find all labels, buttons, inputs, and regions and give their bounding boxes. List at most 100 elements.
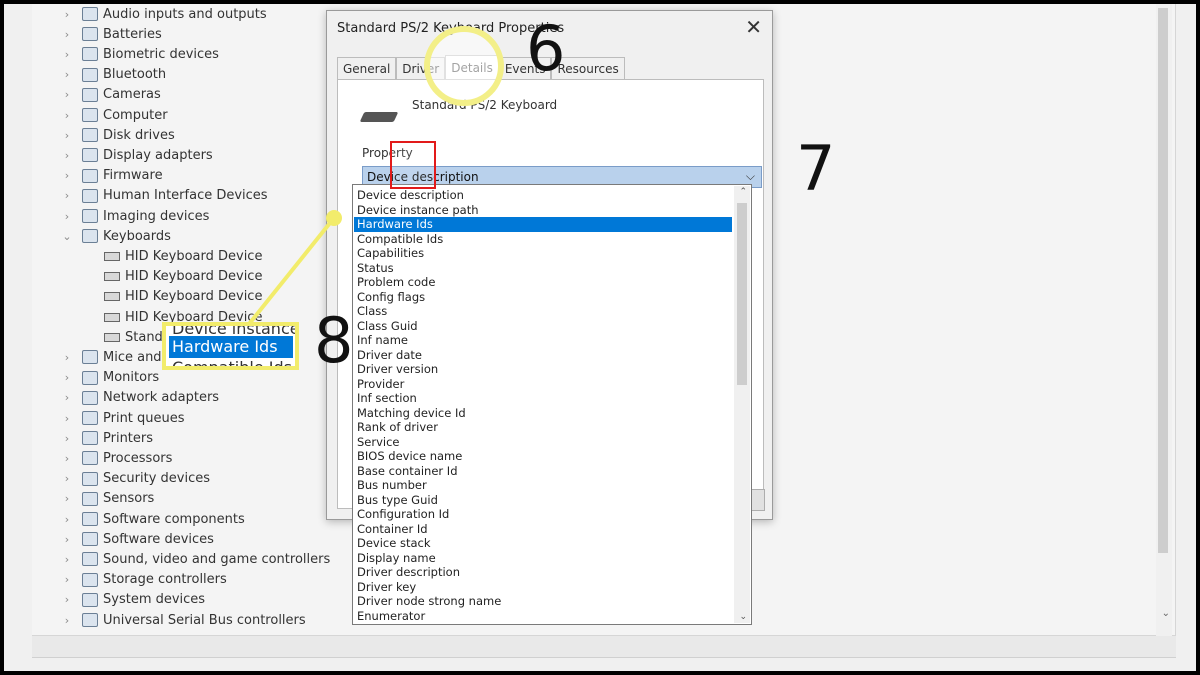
chevron-up-icon[interactable]: ⌃ [739, 187, 747, 197]
tree-item-label: Audio inputs and outputs [103, 6, 267, 22]
tree-category-item[interactable]: › Print queues [60, 408, 185, 428]
tree-category-item[interactable]: › Software components [60, 509, 245, 529]
chevron-right-icon[interactable]: › [60, 109, 74, 122]
property-dropdown-list[interactable]: ⌃ ⌄ Device description Device instance pa… [352, 184, 752, 625]
dropdown-option[interactable]: Problem code [354, 275, 732, 290]
chevron-right-icon[interactable]: › [60, 68, 74, 81]
tree-category-item[interactable]: › Cameras [60, 85, 161, 105]
tab-general[interactable]: General [337, 57, 397, 79]
tree-item-label: Printers [103, 430, 154, 446]
tree-category-item[interactable]: › Network adapters [60, 388, 219, 408]
tree-category-item[interactable]: › Computer [60, 105, 168, 125]
chevron-right-icon[interactable]: › [60, 48, 74, 61]
dropdown-option[interactable]: Device stack [354, 536, 732, 551]
chevron-right-icon[interactable]: › [60, 593, 74, 606]
chevron-right-icon[interactable]: › [60, 553, 74, 566]
dropdown-option[interactable]: Device description [354, 188, 732, 203]
chevron-right-icon[interactable]: › [60, 412, 74, 425]
dropdown-option[interactable]: Capabilities [354, 246, 732, 261]
dropdown-option[interactable]: Hardware Ids [354, 217, 732, 232]
tree-item-label: Bluetooth [103, 67, 167, 83]
chevron-right-icon[interactable]: › [60, 452, 74, 465]
tree-category-item[interactable]: ⌄ Keyboards [60, 226, 171, 246]
tree-category-item[interactable]: › Imaging devices [60, 206, 210, 226]
close-icon[interactable]: ✕ [745, 15, 762, 39]
chevron-right-icon[interactable]: › [60, 573, 74, 586]
dropdown-option[interactable]: Driver date [354, 348, 732, 363]
tree-category-item[interactable]: › System devices [60, 590, 205, 610]
tree-child-item[interactable]: HID Keyboard Device [96, 246, 262, 266]
dropdown-option[interactable]: Class Guid [354, 319, 732, 334]
dropdown-option[interactable]: Driver key [354, 580, 732, 595]
dropdown-option[interactable]: Enumerator [354, 609, 732, 624]
chevron-right-icon[interactable]: › [60, 513, 74, 526]
tree-category-item[interactable]: › Sound, video and game controllers [60, 549, 330, 569]
scroll-down-icon[interactable]: ⌄ [1162, 608, 1170, 619]
dropdown-option[interactable]: Driver node strong name [354, 594, 732, 609]
dropdown-option[interactable]: Driver description [354, 565, 732, 580]
dropdown-option[interactable]: Device instance path [354, 203, 732, 218]
chevron-right-icon[interactable]: › [60, 391, 74, 404]
tree-category-item[interactable]: › Universal Serial Bus controllers [60, 610, 306, 630]
dropdown-option[interactable]: Rank of driver [354, 420, 732, 435]
chevron-right-icon[interactable]: › [60, 28, 74, 41]
chevron-right-icon[interactable]: › [60, 88, 74, 101]
dropdown-option[interactable]: Inf name [354, 333, 732, 348]
dropdown-option[interactable]: Provider [354, 377, 732, 392]
chevron-right-icon[interactable]: › [60, 210, 74, 223]
dropdown-option[interactable]: Compatible Ids [354, 232, 732, 247]
chevron-down-icon[interactable]: ⌄ [60, 230, 74, 243]
dropdown-option[interactable]: BIOS device name [354, 449, 732, 464]
tree-category-item[interactable]: › Mice and [60, 347, 162, 367]
chevron-down-icon[interactable]: ⌵ [746, 169, 755, 184]
tree-category-item[interactable]: › Display adapters [60, 145, 213, 165]
chevron-right-icon[interactable]: › [60, 492, 74, 505]
chevron-right-icon[interactable]: › [60, 129, 74, 142]
dropdown-option[interactable]: Config flags [354, 290, 732, 305]
dropdown-arrow-highlight [390, 141, 436, 189]
dropdown-option[interactable]: Display name [354, 551, 732, 566]
chevron-right-icon[interactable]: › [60, 8, 74, 21]
dropdown-option[interactable]: Container Id [354, 522, 732, 537]
tree-category-item[interactable]: › Biometric devices [60, 44, 219, 64]
chevron-right-icon[interactable]: › [60, 432, 74, 445]
tree-category-item[interactable]: › Software devices [60, 529, 214, 549]
tree-category-item[interactable]: › Printers [60, 428, 153, 448]
tree-category-item[interactable]: › Monitors [60, 368, 159, 388]
tree-category-item[interactable]: › Bluetooth [60, 65, 166, 85]
tree-category-item[interactable]: › Sensors [60, 489, 155, 509]
chevron-right-icon[interactable]: › [60, 149, 74, 162]
chevron-right-icon[interactable]: › [60, 351, 74, 364]
chevron-right-icon[interactable]: › [60, 533, 74, 546]
chevron-down-icon[interactable]: ⌄ [739, 612, 747, 622]
dropdown-option[interactable]: Status [354, 261, 732, 276]
tree-category-item[interactable]: › Security devices [60, 469, 210, 489]
dropdown-option[interactable]: Class [354, 304, 732, 319]
dropdown-option[interactable]: Driver version [354, 362, 732, 377]
dropdown-option[interactable]: Service [354, 435, 732, 450]
tree-category-item[interactable]: › Processors [60, 448, 173, 468]
dropdown-option[interactable]: Matching device Id [354, 406, 732, 421]
tree-category-item[interactable]: › Storage controllers [60, 570, 227, 590]
dropdown-option[interactable]: Inf section [354, 391, 732, 406]
chevron-right-icon[interactable]: › [60, 371, 74, 384]
dropdown-option[interactable]: Bus type Guid [354, 493, 732, 508]
tree-scroll-thumb[interactable] [1158, 8, 1168, 553]
tree-child-item[interactable]: Standa [96, 327, 171, 347]
list-scroll-thumb[interactable] [737, 203, 747, 385]
dropdown-option[interactable]: Configuration Id [354, 507, 732, 522]
dropdown-option[interactable]: Bus number [354, 478, 732, 493]
callout-dot [326, 210, 342, 226]
tree-category-item[interactable]: › Firmware [60, 166, 163, 186]
tree-category-item[interactable]: › Batteries [60, 24, 162, 44]
chevron-right-icon[interactable]: › [60, 614, 74, 627]
tree-category-item[interactable]: › Disk drives [60, 125, 175, 145]
dropdown-option[interactable]: Base container Id [354, 464, 732, 479]
tree-child-item[interactable]: HID Keyboard Device [96, 287, 262, 307]
chevron-right-icon[interactable]: › [60, 472, 74, 485]
tree-category-item[interactable]: › Audio inputs and outputs [60, 4, 267, 24]
chevron-right-icon[interactable]: › [60, 189, 74, 202]
tree-category-item[interactable]: › Human Interface Devices [60, 186, 268, 206]
chevron-right-icon[interactable]: › [60, 169, 74, 182]
tree-child-item[interactable]: HID Keyboard Device [96, 267, 262, 287]
